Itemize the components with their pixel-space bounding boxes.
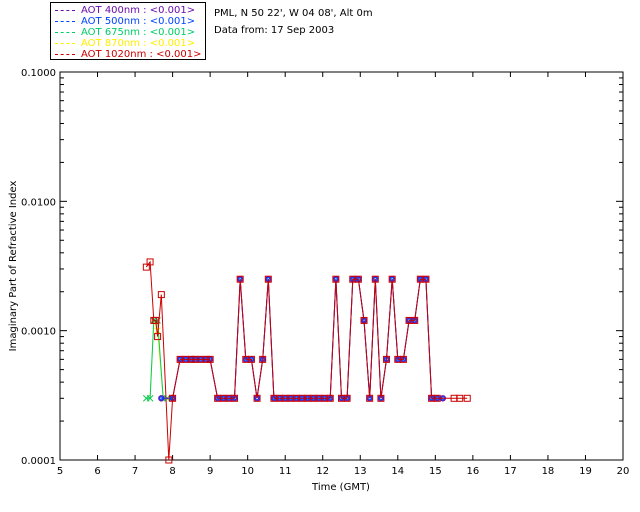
series-layer [142, 258, 471, 464]
x-axis-label: Time (GMT) [311, 482, 370, 493]
x-tick-label: 19 [579, 466, 592, 477]
axis-ticks: 5 6 7 8 9 10 11 12 13 14 15 16 17 18 19 20 0.0001 0.0010 0… [21, 68, 629, 477]
x-tick-label: 11 [279, 466, 292, 477]
legend-item-1020: AOT 1020nm : <0.001> [55, 49, 201, 60]
legend: AOT 400nm : <0.001> AOT 500nm : <0.001> … [50, 2, 206, 60]
y-tick-label: 0.0010 [21, 327, 56, 338]
legend-label-870: AOT 870nm : <0.001> [81, 38, 196, 49]
y-tick-label: 0.1000 [21, 68, 56, 79]
series-line-400 [161, 278, 443, 399]
legend-swatch-675 [55, 32, 75, 33]
y-tick-label: 0.0100 [21, 197, 56, 208]
x-tick-label: 16 [466, 466, 479, 477]
chart: 5 6 7 8 9 10 11 12 13 14 15 16 17 18 19 20 0.0001 0.0010 0… [8, 68, 629, 493]
x-tick-label: 13 [354, 466, 367, 477]
site-info: PML, N 50 22', W 04 08', Alt 0m [214, 8, 373, 19]
x-tick-label: 8 [169, 466, 175, 477]
x-tick-label: 18 [542, 466, 555, 477]
legend-label-1020: AOT 1020nm : <0.001> [81, 49, 202, 60]
x-tick-label: 20 [617, 466, 630, 477]
legend-swatch-870 [55, 43, 75, 44]
x-tick-label: 10 [241, 466, 254, 477]
x-tick-label: 9 [207, 466, 213, 477]
legend-label-500: AOT 500nm : <0.001> [81, 16, 196, 27]
legend-item-870: AOT 870nm : <0.001> [55, 38, 195, 49]
legend-swatch-500 [55, 21, 75, 22]
x-tick-label: 7 [132, 466, 138, 477]
series-870 [142, 317, 176, 402]
y-tick-label: 0.0001 [21, 456, 56, 467]
x-tick-label: 17 [504, 466, 517, 477]
x-tick-label: 12 [316, 466, 329, 477]
legend-label-675: AOT 675nm : <0.001> [81, 27, 196, 38]
series-500 [159, 276, 446, 401]
legend-label-400: AOT 400nm : <0.001> [81, 5, 196, 16]
x-tick-label: 14 [391, 466, 404, 477]
y-axis-label: Imaginary Part of Refractive Index [8, 181, 19, 352]
legend-swatch-1020 [55, 54, 75, 55]
legend-item-400: AOT 400nm : <0.001> [55, 5, 195, 16]
x-tick-label: 6 [94, 466, 100, 477]
series-1020 [142, 258, 471, 464]
plot-frame [59, 71, 624, 461]
date-info: Data from: 17 Sep 2003 [214, 25, 335, 36]
series-line-500 [161, 278, 443, 399]
x-tick-label: 15 [429, 466, 442, 477]
legend-item-675: AOT 675nm : <0.001> [55, 27, 195, 38]
x-tick-label: 5 [57, 466, 63, 477]
legend-item-500: AOT 500nm : <0.001> [55, 16, 195, 27]
series-400 [158, 275, 447, 402]
legend-swatch-400 [55, 10, 75, 11]
